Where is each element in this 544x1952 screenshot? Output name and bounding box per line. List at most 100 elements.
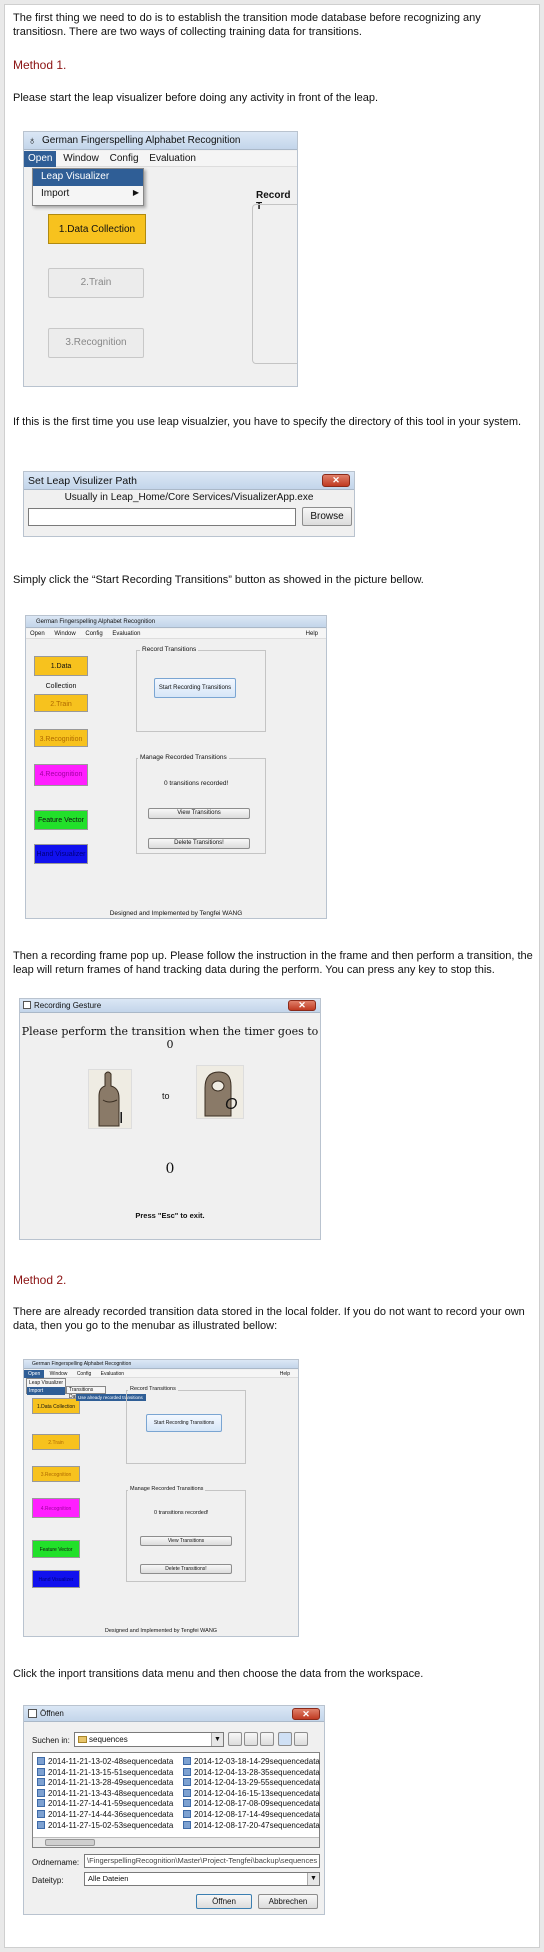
file-item[interactable]: 2014-11-27-14-44-36sequencedata	[37, 1809, 174, 1821]
scrollbar-thumb[interactable]	[45, 1839, 95, 1846]
file-item[interactable]: 2014-12-08-17-08-09sequencedata	[183, 1799, 320, 1810]
menu-window[interactable]: Window	[46, 1370, 72, 1378]
view-transitions-button[interactable]: View Transitions	[140, 1536, 232, 1546]
file-item[interactable]: 2014-12-08-17-20-47sequencedata	[183, 1820, 320, 1832]
chevron-down-icon[interactable]: ▼	[307, 1873, 319, 1885]
open-button[interactable]: Öffnen	[196, 1894, 252, 1909]
file-item[interactable]: 2014-12-03-18-14-29sequencedata	[183, 1757, 320, 1768]
file-icon	[37, 1820, 45, 1829]
file-name: 2014-11-21-13-43-48sequencedata	[48, 1788, 174, 1798]
file-item[interactable]: 2014-12-08-17-14-49sequencedata	[183, 1809, 320, 1821]
close-icon[interactable]: ✕	[288, 1000, 316, 1011]
recording-instruction: Please perform the transition when the t…	[21, 1025, 319, 1051]
menu-open[interactable]: Open	[26, 629, 49, 639]
method2-paragraph: There are already recorded transition da…	[13, 1306, 525, 1332]
dropdown-leap-visualizer[interactable]: Leap Visualizer	[33, 169, 143, 186]
file-item[interactable]: 2014-11-21-13-15-51sequencedata	[37, 1767, 173, 1779]
file-list: 2014-11-21-13-02-48sequencedata 2014-11-…	[32, 1752, 320, 1848]
horizontal-scrollbar[interactable]	[33, 1837, 319, 1847]
new-folder-icon[interactable]	[260, 1732, 274, 1746]
chevron-down-icon[interactable]: ▼	[211, 1733, 223, 1746]
tile-recognition[interactable]: 3.Recognition	[34, 729, 88, 747]
tile-train[interactable]: 2.Train	[34, 694, 88, 712]
file-item[interactable]: 2014-12-04-13-29-55sequencedata	[183, 1778, 320, 1789]
esc-hint: Press "Esc" to exit.	[135, 1211, 205, 1220]
start-recording-button[interactable]: Start Recording Transitions	[146, 1414, 222, 1432]
file-item[interactable]: 2014-11-21-13-02-48sequencedata	[37, 1757, 173, 1768]
data-collection-tile[interactable]: 1.Data Collection	[48, 214, 146, 244]
hand-i-icon	[98, 1071, 120, 1127]
file-item[interactable]: 2014-11-21-13-28-49sequencedata	[37, 1778, 173, 1789]
letter-o: O	[225, 1096, 238, 1113]
screenshot-app-menu: ♁ German Fingerspelling Alphabet Recogni…	[23, 131, 298, 387]
menu-help[interactable]: Help	[276, 1370, 294, 1378]
menu-config[interactable]: Config	[73, 1370, 95, 1378]
record-panel-title: Record Transitions	[128, 1386, 178, 1392]
dropdown-import-label: Import	[41, 188, 70, 199]
delete-transitions-button[interactable]: Delete Transitions!	[140, 1564, 232, 1574]
view-transitions-button[interactable]: View Transitions	[148, 808, 250, 819]
file-item[interactable]: 2014-11-27-15-02-53sequencedata	[37, 1820, 173, 1832]
path-input[interactable]	[28, 508, 296, 526]
start-recording-button[interactable]: Start Recording Transitions	[154, 678, 236, 698]
menu-open[interactable]: Open	[24, 151, 57, 167]
details-view-icon[interactable]	[294, 1732, 308, 1746]
file-name: 2014-11-27-14-44-36sequencedata	[48, 1809, 174, 1819]
file-column-left: 2014-11-21-13-02-48sequencedata 2014-11-…	[37, 1757, 173, 1831]
home-icon[interactable]	[244, 1732, 258, 1746]
flyout-transitions-data[interactable]: Transitions Data	[66, 1386, 106, 1400]
menu-evaluation[interactable]: Evaluation	[97, 1370, 128, 1378]
tile-recognition[interactable]: 3.Recognition	[32, 1466, 80, 1482]
submenu-arrow-icon: ▶	[132, 188, 139, 197]
file-icon	[37, 1757, 45, 1765]
click-paragraph: Simply click the “Start Recording Transi…	[13, 574, 424, 586]
main-menubar[interactable]: Open Window Config Evaluation Help	[24, 1370, 298, 1378]
cancel-button[interactable]: Abbrechen	[258, 1894, 318, 1909]
file-name: 2014-11-21-13-28-49sequencedata	[48, 1778, 174, 1788]
tile-hand-visualizer[interactable]: Hand Visualizer	[34, 844, 88, 864]
file-item[interactable]: 2014-11-21-13-43-48sequencedata	[37, 1788, 174, 1800]
filetype-select[interactable]: Alle Dateien ▼	[84, 1872, 320, 1886]
tile-visualizer[interactable]: 4.Recognition	[32, 1498, 80, 1518]
file-item[interactable]: 2014-12-04-13-28-35sequencedata	[183, 1767, 320, 1779]
menu-evaluation[interactable]: Evaluation	[108, 629, 144, 639]
menu-help[interactable]: Help	[302, 629, 322, 639]
screenshot-open-dialog: Öffnen ✕ Suchen in: sequences ▼ 2014-11-…	[23, 1705, 325, 1915]
browse-button[interactable]: Browse	[302, 507, 352, 526]
tile-hand-visualizer[interactable]: Hand Visualizer	[32, 1570, 80, 1588]
tile-feature-vector[interactable]: Feature Vector	[34, 810, 88, 830]
file-name: 2014-12-08-17-14-49sequencedata	[194, 1809, 320, 1819]
file-icon	[37, 1788, 45, 1797]
filename-input[interactable]: \FingerspellingRecognition\Master\Projec…	[84, 1854, 320, 1868]
menu-config[interactable]: Config	[81, 629, 106, 639]
main-menubar[interactable]: Open Window Config Evaluation Help	[26, 629, 326, 639]
recognition-button[interactable]: 3.Recognition	[48, 328, 144, 358]
dropdown-leap-visualizer[interactable]: Leap Visualizer	[27, 1379, 65, 1387]
dropdown-import[interactable]: Import ▶	[33, 186, 143, 203]
menu-open[interactable]: Open	[24, 1370, 45, 1378]
transition-count: 0 transitions recorded!	[164, 780, 229, 787]
train-button[interactable]: 2.Train	[48, 268, 144, 298]
menu-window[interactable]: Window	[50, 629, 79, 639]
tile-feature-vector[interactable]: Feature Vector	[32, 1540, 80, 1558]
tile-visualizer[interactable]: 4.Recognition	[34, 764, 88, 786]
file-item[interactable]: 2014-11-27-14-41-59sequencedata	[37, 1799, 173, 1810]
menu-config[interactable]: Config	[106, 151, 143, 167]
open-dialog-title-text: Öffnen	[40, 1709, 64, 1718]
list-view-icon[interactable]	[278, 1732, 292, 1746]
look-in-select[interactable]: sequences ▼	[74, 1732, 224, 1747]
letter-i: I	[119, 1110, 124, 1127]
menubar[interactable]: Open Window Config Evaluation	[24, 151, 297, 167]
dropdown-import[interactable]: Import	[27, 1387, 65, 1395]
delete-transitions-button[interactable]: Delete Transitions!	[148, 838, 250, 849]
tile-train[interactable]: 2.Train	[32, 1434, 80, 1450]
up-folder-icon[interactable]	[228, 1732, 242, 1746]
file-icon	[183, 1767, 191, 1776]
menu-window[interactable]: Window	[59, 151, 103, 167]
close-icon[interactable]: ✕	[322, 474, 350, 487]
menu-evaluation[interactable]: Evaluation	[145, 151, 200, 167]
window-title-text: German Fingerspelling Alphabet Recogniti…	[42, 135, 241, 146]
close-icon[interactable]: ✕	[292, 1708, 320, 1720]
file-item[interactable]: 2014-12-04-16-15-13sequencedata	[183, 1788, 320, 1800]
tile-data-collection[interactable]: 1.Data Collection	[34, 656, 88, 690]
